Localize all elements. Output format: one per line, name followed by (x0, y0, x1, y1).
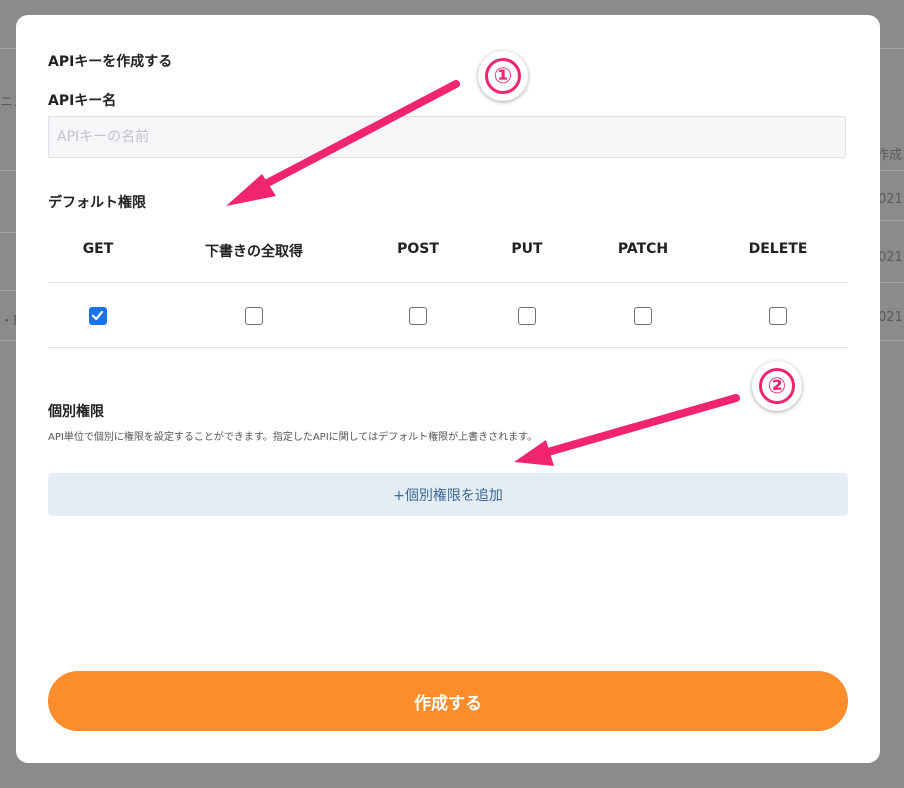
column-header-post: POST (397, 241, 439, 257)
check-icon (91, 310, 104, 321)
add-individual-permission-button[interactable]: +個別権限を追加 (48, 473, 848, 516)
bg-divider (0, 232, 16, 233)
bg-divider (0, 170, 16, 171)
key-name-label: APIキー名 (48, 93, 117, 109)
bg-cell: 021 (878, 250, 903, 265)
bg-divider (880, 170, 904, 171)
bg-cell: 021 (878, 310, 903, 325)
column-header-delete: DELETE (748, 241, 808, 257)
bg-cell: 021 (878, 192, 903, 207)
patch-permission-checkbox[interactable] (634, 307, 652, 325)
default-permissions-label: デフォルト権限 (48, 195, 146, 211)
permissions-divider (48, 282, 848, 283)
bg-divider (0, 340, 16, 341)
annotation-badge-2: ② (752, 361, 802, 411)
annotation-number-2: ② (759, 368, 795, 404)
bg-divider (880, 220, 904, 221)
column-header-draft-all: 下書きの全取得 (205, 244, 303, 260)
put-permission-checkbox[interactable] (518, 307, 536, 325)
annotation-number-1: ① (485, 58, 521, 94)
dialog-title: APIキーを作成する (48, 54, 173, 70)
delete-permission-checkbox[interactable] (769, 307, 787, 325)
get-permission-checkbox[interactable] (89, 307, 107, 325)
bg-divider (880, 282, 904, 283)
bg-column-header: 作成日 (876, 148, 904, 163)
annotation-badge-1: ① (478, 51, 528, 101)
bg-divider (0, 290, 16, 291)
bg-divider (880, 340, 904, 341)
individual-permissions-description: API単位で個別に権限を設定することができます。指定したAPIに関してはデフォル… (48, 432, 538, 443)
column-header-get: GET (82, 241, 114, 257)
create-api-key-dialog: APIキーを作成する APIキー名 デフォルト権限 GET 下書きの全取得 PO… (16, 15, 880, 763)
post-permission-checkbox[interactable] (409, 307, 427, 325)
column-header-put: PUT (511, 241, 543, 257)
individual-permissions-label: 個別権限 (48, 404, 104, 420)
draft-all-permission-checkbox[interactable] (245, 307, 263, 325)
api-key-name-input[interactable] (48, 116, 846, 158)
column-header-patch: PATCH (617, 241, 669, 257)
permissions-divider (48, 347, 848, 348)
create-button[interactable]: 作成する (48, 671, 848, 731)
